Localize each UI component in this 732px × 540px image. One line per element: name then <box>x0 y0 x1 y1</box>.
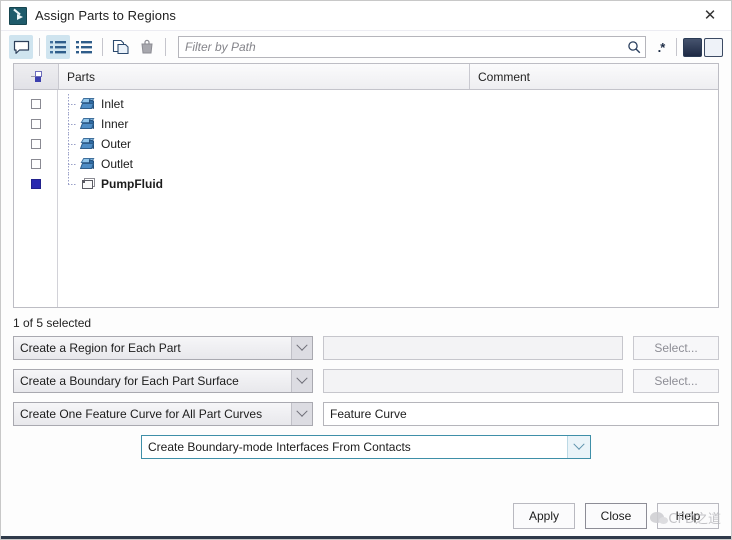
region-mode-dropdown[interactable]: Create a Region for Each Part <box>13 336 313 360</box>
assign-parts-to-regions-dialog: Assign Parts to Regions ✕ Filter by Path… <box>0 0 732 540</box>
interface-mode-value: Create Boundary-mode Interfaces From Con… <box>148 440 411 454</box>
tree-body: Inlet Inner Outer Outlet PumpFluid <box>14 90 718 307</box>
table-row[interactable]: Outlet <box>58 154 718 174</box>
tree-header-row: Parts Comment <box>14 64 718 90</box>
part-body-icon <box>80 176 96 192</box>
toolbar-separator-3 <box>165 38 166 56</box>
checkbox-cell[interactable] <box>14 94 57 114</box>
search-icon[interactable] <box>623 37 645 57</box>
boundary-mode-dropdown[interactable]: Create a Boundary for Each Part Surface <box>13 369 313 393</box>
chevron-down-icon <box>567 436 590 458</box>
checkbox-cell[interactable] <box>14 154 57 174</box>
empty-square-icon[interactable] <box>704 37 723 57</box>
select-all-icon <box>30 71 42 82</box>
table-row[interactable]: Inner <box>58 114 718 134</box>
feature-curve-mode-dropdown[interactable]: Create One Feature Curve for All Part Cu… <box>13 402 313 426</box>
list-item-label: Inner <box>101 117 129 131</box>
chevron-down-icon <box>291 337 312 359</box>
row-checkbox-outer[interactable] <box>30 139 41 149</box>
window-title: Assign Parts to Regions <box>35 8 177 23</box>
row-checkbox-pumpfluid[interactable] <box>30 179 41 189</box>
filter-input[interactable] <box>179 37 623 57</box>
checkbox-cell[interactable] <box>14 174 57 194</box>
magnifier-glyph <box>628 41 641 54</box>
tree-header-comment[interactable]: Comment <box>470 64 718 89</box>
chevron-down-icon <box>291 370 312 392</box>
tree-branch-line <box>68 94 80 114</box>
toolbar-separator-2 <box>102 38 103 56</box>
table-row[interactable]: Outer <box>58 134 718 154</box>
regex-toggle-icon[interactable]: .* <box>652 36 670 58</box>
app-icon <box>9 6 27 25</box>
list-item-label: PumpFluid <box>101 177 163 191</box>
title-bar: Assign Parts to Regions ✕ <box>1 1 731 31</box>
selection-status: 1 of 5 selected <box>13 316 92 330</box>
part-surface-icon <box>79 156 96 172</box>
bottom-edge <box>1 536 731 539</box>
comment-toggle-icon[interactable] <box>9 35 33 59</box>
tree-header-select-column[interactable] <box>14 64 59 89</box>
close-window-icon[interactable]: ✕ <box>689 1 731 30</box>
part-surface-icon <box>79 136 96 152</box>
region-mode-value: Create a Region for Each Part <box>20 341 181 355</box>
row-checkbox-inner[interactable] <box>30 119 41 129</box>
list-item-label: Outlet <box>101 157 134 171</box>
tree-header-parts[interactable]: Parts <box>59 64 470 89</box>
tree-view-icon[interactable] <box>46 35 70 59</box>
flat-list-view-icon[interactable] <box>72 35 96 59</box>
region-mode-row: Create a Region for Each Part Select... <box>13 336 719 360</box>
tree-branch-line <box>68 114 80 134</box>
interface-mode-dropdown[interactable]: Create Boundary-mode Interfaces From Con… <box>141 435 591 459</box>
feature-curve-mode-row: Create One Feature Curve for All Part Cu… <box>13 402 719 426</box>
chevron-down-icon <box>291 403 312 425</box>
flat-list-icon <box>75 40 92 53</box>
toolbar-separator-1 <box>39 38 40 56</box>
paste-icon[interactable] <box>135 35 159 59</box>
parts-tree-panel: Parts Comment Inlet Inner Outer Outlet P… <box>13 63 719 308</box>
interface-option-row: Create Boundary-mode Interfaces From Con… <box>13 435 719 459</box>
row-checkbox-outlet[interactable] <box>30 159 41 169</box>
boundary-mode-value: Create a Boundary for Each Part Surface <box>20 374 239 388</box>
boundary-name-field[interactable] <box>323 369 623 393</box>
tree-branch-line <box>68 154 80 174</box>
row-checkbox-inlet[interactable] <box>30 99 41 109</box>
list-item-label: Outer <box>101 137 132 151</box>
boundary-mode-row: Create a Boundary for Each Part Surface … <box>13 369 719 393</box>
tree-parts-column: Inlet Inner Outer Outlet PumpFluid <box>58 90 718 307</box>
boundary-select-button[interactable]: Select... <box>633 369 719 393</box>
tree-checkbox-column <box>14 90 58 307</box>
checkbox-cell[interactable] <box>14 114 57 134</box>
tree-list-icon <box>49 40 66 53</box>
part-surface-icon <box>79 96 96 112</box>
dialog-footer: Apply Close Help <box>1 503 731 539</box>
tree-branch-line <box>68 174 80 194</box>
toolbar: .* <box>1 31 731 63</box>
list-item-label: Inlet <box>101 97 124 111</box>
checkbox-cell[interactable] <box>14 134 57 154</box>
apply-button[interactable]: Apply <box>513 503 575 529</box>
tree-branch-line <box>68 134 80 154</box>
close-button[interactable]: Close <box>585 503 647 529</box>
paste-bag-icon <box>141 39 153 54</box>
table-row[interactable]: Inlet <box>58 94 718 114</box>
table-row[interactable]: PumpFluid <box>58 174 718 194</box>
region-select-button[interactable]: Select... <box>633 336 719 360</box>
feature-curve-mode-value: Create One Feature Curve for All Part Cu… <box>20 407 263 421</box>
filled-square-icon[interactable] <box>683 37 702 57</box>
feature-curve-name-field[interactable]: Feature Curve <box>323 402 719 426</box>
region-name-field[interactable] <box>323 336 623 360</box>
part-surface-icon <box>79 116 96 132</box>
help-button[interactable]: Help <box>657 503 719 529</box>
speech-bubble-icon <box>13 40 29 54</box>
options-section: Create a Region for Each Part Select... … <box>1 336 731 459</box>
copy-pages-icon <box>112 39 129 55</box>
toolbar-separator-4 <box>676 38 677 56</box>
copy-icon[interactable] <box>109 35 133 59</box>
filter-by-path-container <box>178 36 646 58</box>
